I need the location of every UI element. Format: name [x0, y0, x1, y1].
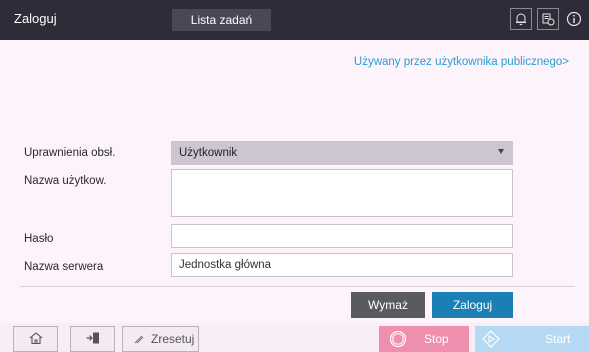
server-name-value: Jednostka główna — [179, 259, 272, 271]
dropdown-arrow-icon — [498, 149, 504, 154]
login-button[interactable]: Zaloguj — [432, 292, 513, 318]
job-list-tab[interactable]: Lista zadań — [172, 9, 271, 31]
username-field[interactable] — [171, 169, 513, 217]
permissions-value: Użytkownik — [179, 147, 238, 159]
clear-button[interactable]: Wymaż — [351, 292, 425, 318]
permissions-select[interactable]: Użytkownik — [171, 141, 513, 165]
password-label: Hasło — [24, 233, 54, 245]
server-name-label: Nazwa serwera — [24, 261, 104, 273]
stop-label: Stop — [424, 332, 449, 346]
stop-icon — [389, 330, 407, 351]
start-icon — [481, 329, 501, 352]
bell-icon[interactable] — [510, 8, 532, 30]
page-title: Zaloguj — [14, 11, 57, 26]
logout-icon — [85, 331, 101, 348]
permissions-label: Uprawnienia obsł. — [24, 147, 116, 159]
home-icon — [28, 331, 44, 348]
divider — [20, 286, 575, 287]
stop-button[interactable]: Stop — [379, 326, 469, 352]
public-user-link[interactable]: Używany przez użytkownika publicznego> — [354, 56, 569, 68]
password-field[interactable] — [171, 224, 513, 248]
server-name-field[interactable]: Jednostka główna — [171, 253, 513, 277]
reset-button[interactable]: Zresetuj — [122, 326, 199, 352]
title-bar: Zaloguj Lista zadań — [0, 0, 589, 40]
device-status-icon[interactable] — [537, 8, 559, 30]
home-button[interactable] — [13, 326, 58, 352]
logout-button[interactable] — [70, 326, 115, 352]
reset-label: Zresetuj — [151, 332, 195, 346]
start-button[interactable]: Start — [475, 326, 589, 352]
info-icon[interactable] — [563, 8, 585, 30]
start-label: Start — [545, 332, 571, 346]
username-label: Nazwa użytkow. — [24, 175, 107, 187]
reset-icon — [133, 333, 145, 345]
